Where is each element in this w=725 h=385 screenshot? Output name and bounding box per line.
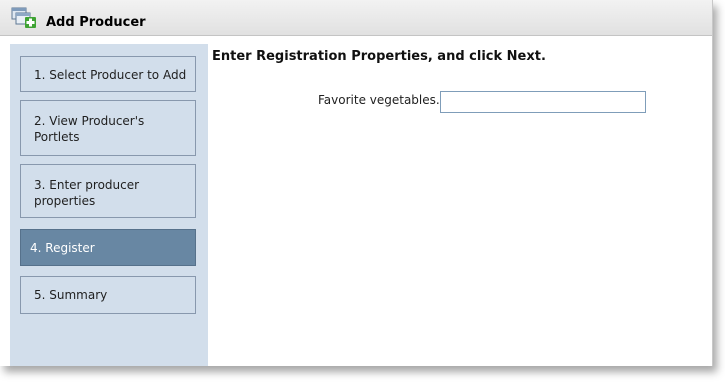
step-label: 3. Enter producer properties xyxy=(34,178,140,208)
step-enter-properties[interactable]: 3. Enter producer properties xyxy=(20,164,196,218)
step-label: 1. Select Producer to Add xyxy=(34,68,187,82)
favorite-vegetables-input[interactable] xyxy=(440,91,646,113)
title-bar: Add Producer xyxy=(0,0,712,36)
step-label: 2. View Producer's Portlets xyxy=(34,114,145,144)
instructions-text: Enter Registration Properties, and click… xyxy=(212,49,546,64)
wizard-steps-panel: 1. Select Producer to Add 2. View Produc… xyxy=(10,44,208,366)
step-summary[interactable]: 5. Summary xyxy=(20,276,196,314)
step-select-producer[interactable]: 1. Select Producer to Add xyxy=(20,56,196,92)
step-label: 5. Summary xyxy=(34,288,108,302)
step-view-portlets[interactable]: 2. View Producer's Portlets xyxy=(20,100,196,156)
favorite-vegetables-label: Favorite vegetables. xyxy=(318,93,440,107)
add-producer-window: Add Producer 1. Select Producer to Add 2… xyxy=(0,0,713,366)
step-register[interactable]: 4. Register xyxy=(20,229,196,266)
step-label: 4. Register xyxy=(30,241,95,255)
registration-content: Enter Registration Properties, and click… xyxy=(208,44,712,366)
window-title: Add Producer xyxy=(46,15,146,30)
add-producer-icon xyxy=(11,7,37,31)
